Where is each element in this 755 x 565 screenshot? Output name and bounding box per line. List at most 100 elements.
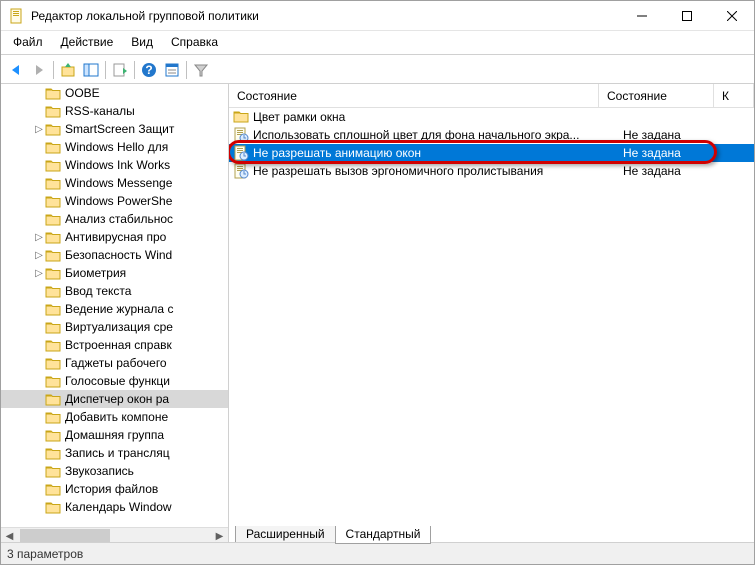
tree-item[interactable]: Windows Ink Works <box>1 156 228 174</box>
folder-icon <box>45 302 61 316</box>
show-hide-tree-icon[interactable] <box>80 59 102 81</box>
tree-item[interactable]: Windows PowerShe <box>1 192 228 210</box>
tree-item[interactable]: Запись и трансляц <box>1 444 228 462</box>
tree-item[interactable]: Голосовые функци <box>1 372 228 390</box>
properties-icon[interactable] <box>161 59 183 81</box>
menu-view[interactable]: Вид <box>123 33 161 51</box>
tree-item-label: Добавить компоне <box>65 410 168 424</box>
tree-item[interactable]: ▷ SmartScreen Защит <box>1 120 228 138</box>
tree-item[interactable]: ▷ Антивирусная про <box>1 228 228 246</box>
tree-item-label: Безопасность Wind <box>65 248 172 262</box>
tree-item[interactable]: Ведение журнала с <box>1 300 228 318</box>
chevron-right-icon[interactable]: ▷ <box>33 268 45 279</box>
maximize-button[interactable] <box>664 1 709 31</box>
window-title: Редактор локальной групповой политики <box>31 9 619 23</box>
list-row[interactable]: Использовать сплошной цвет для фона нача… <box>229 126 754 144</box>
tree-item-label: Антивирусная про <box>65 230 166 244</box>
folder-icon <box>45 230 61 244</box>
tree-item[interactable]: OOBE <box>1 84 228 102</box>
tree-item-label: Гаджеты рабочего <box>65 356 167 370</box>
tree-item[interactable]: Домашняя группа <box>1 426 228 444</box>
tree-item-label: Домашняя группа <box>65 428 164 442</box>
folder-icon <box>45 500 61 514</box>
nav-back-button[interactable] <box>5 59 27 81</box>
status-text: 3 параметров <box>7 547 83 561</box>
column-header-comment[interactable]: К <box>714 84 754 107</box>
svg-text:?: ? <box>145 63 152 77</box>
tree-item-label: Ввод текста <box>65 284 131 298</box>
nav-forward-button[interactable] <box>28 59 50 81</box>
folder-icon <box>45 338 61 352</box>
tree-item-label: История файлов <box>65 482 158 496</box>
menu-action[interactable]: Действие <box>53 33 122 51</box>
tree-item-label: SmartScreen Защит <box>65 122 174 136</box>
folder-icon <box>45 410 61 424</box>
minimize-button[interactable] <box>619 1 664 31</box>
folder-icon <box>45 158 61 172</box>
column-header-state[interactable]: Состояние <box>229 84 599 107</box>
close-button[interactable] <box>709 1 754 31</box>
tree-item-label: Windows Ink Works <box>65 158 170 172</box>
folder-icon <box>45 284 61 298</box>
list-row[interactable]: Не разрешать вызов эргономичного пролист… <box>229 162 754 180</box>
tree-item[interactable]: Диспетчер окон ра <box>1 390 228 408</box>
tree-item-label: RSS-каналы <box>65 104 135 118</box>
list-pane: Состояние Состояние К Цвет рамки окна Исп… <box>229 84 754 544</box>
tree-item-label: Звукозапись <box>65 464 134 478</box>
row-state: Не задана <box>615 128 730 142</box>
tree-item[interactable]: Добавить компоне <box>1 408 228 426</box>
policy-icon <box>233 127 249 143</box>
list-row[interactable]: Не разрешать анимацию оконНе задана <box>229 144 754 162</box>
chevron-right-icon[interactable]: ▷ <box>33 250 45 261</box>
tree-item[interactable]: Ввод текста <box>1 282 228 300</box>
row-label: Не разрешать вызов эргономичного пролист… <box>253 164 615 178</box>
nav-up-icon[interactable] <box>57 59 79 81</box>
folder-icon <box>45 356 61 370</box>
folder-icon <box>45 392 61 406</box>
folder-icon <box>45 482 61 496</box>
tree-item[interactable]: История файлов <box>1 480 228 498</box>
tree-item[interactable]: Windows Messenge <box>1 174 228 192</box>
tree-item[interactable]: Виртуализация сре <box>1 318 228 336</box>
row-label: Не разрешать анимацию окон <box>253 146 615 160</box>
help-icon[interactable]: ? <box>138 59 160 81</box>
tree-item[interactable]: Встроенная справк <box>1 336 228 354</box>
list-row[interactable]: Цвет рамки окна <box>229 108 754 126</box>
tree-item[interactable]: ▷Биометрия <box>1 264 228 282</box>
folder-icon <box>45 320 61 334</box>
tree-item-label: Windows PowerShe <box>65 194 172 208</box>
menu-file[interactable]: Файл <box>5 33 51 51</box>
column-header-state2[interactable]: Состояние <box>599 84 714 107</box>
folder-icon <box>45 374 61 388</box>
tree-item[interactable]: Календарь Window <box>1 498 228 516</box>
folder-icon <box>45 140 61 154</box>
menu-help[interactable]: Справка <box>163 33 226 51</box>
chevron-right-icon[interactable]: ▷ <box>33 232 45 243</box>
tree-item-label: Встроенная справк <box>65 338 172 352</box>
tree-item-label: Диспетчер окон ра <box>65 392 169 406</box>
tree-item[interactable]: Windows Hello для <box>1 138 228 156</box>
tree-item[interactable]: Гаджеты рабочего <box>1 354 228 372</box>
tree-item[interactable]: Анализ стабильнос <box>1 210 228 228</box>
tree-item[interactable]: ▷ Безопасность Wind <box>1 246 228 264</box>
policy-icon <box>233 163 249 179</box>
tree-item-label: Календарь Window <box>65 500 172 514</box>
folder-icon <box>45 446 61 460</box>
tab-standard[interactable]: Стандартный <box>335 526 432 544</box>
app-icon <box>9 8 25 24</box>
tree-item-label: Windows Hello для <box>65 140 168 154</box>
tree-item[interactable]: Звукозапись <box>1 462 228 480</box>
tree-pane[interactable]: OOBE RSS-каналы ▷ SmartScreen Защит Windows … <box>1 84 229 544</box>
folder-icon <box>45 86 61 100</box>
row-label: Использовать сплошной цвет для фона нача… <box>253 128 615 142</box>
folder-icon <box>45 248 61 262</box>
chevron-right-icon[interactable]: ▷ <box>33 124 45 135</box>
export-icon[interactable] <box>109 59 131 81</box>
policy-icon <box>233 145 249 161</box>
filter-icon[interactable] <box>190 59 212 81</box>
folder-icon <box>45 266 61 280</box>
tree-item[interactable]: RSS-каналы <box>1 102 228 120</box>
tree-item-label: Ведение журнала с <box>65 302 173 316</box>
folder-icon <box>45 176 61 190</box>
folder-icon <box>45 464 61 478</box>
